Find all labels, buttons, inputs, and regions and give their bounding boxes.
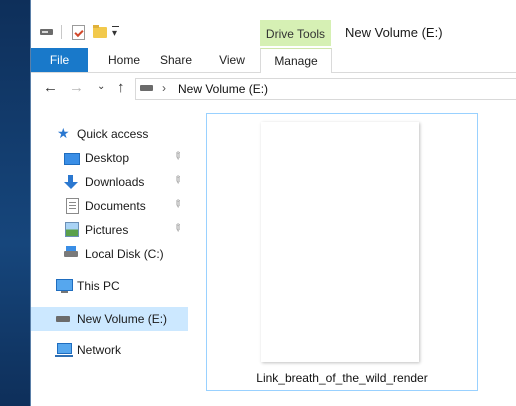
title-bar: ▾ Drive Tools New Volume (E:) xyxy=(31,0,516,48)
file-name[interactable]: Link_breath_of_the_wild_render xyxy=(207,371,477,385)
pin-icon[interactable]: ✎ xyxy=(170,150,184,164)
address-bar[interactable]: › New Volume (E:) xyxy=(135,78,516,100)
nav-label: Quick access xyxy=(77,127,149,141)
nav-label: Local Disk (C:) xyxy=(85,247,164,261)
file-tile[interactable]: Link_breath_of_the_wild_render xyxy=(206,113,478,391)
breadcrumb-separator: › xyxy=(162,81,166,95)
nav-item-this-pc[interactable]: This PC xyxy=(31,275,191,297)
tab-home[interactable]: Home xyxy=(99,48,149,72)
pictures-icon xyxy=(65,222,79,237)
breadcrumb-location[interactable]: New Volume (E:) xyxy=(178,82,268,96)
nav-item-network[interactable]: Network xyxy=(31,339,191,361)
nav-label: Desktop xyxy=(85,151,130,165)
nav-item-desktop[interactable]: Desktop ✎ xyxy=(31,147,191,169)
properties-icon[interactable] xyxy=(70,24,86,40)
desktop-icon xyxy=(64,153,80,165)
nav-label: Pictures xyxy=(85,223,129,237)
file-thumbnail[interactable] xyxy=(261,122,419,362)
nav-item-downloads[interactable]: Downloads ✎ xyxy=(31,171,191,193)
navigation-bar: ← → ⌄ ↑ › New Volume (E:) xyxy=(31,73,516,103)
local-disk-icon xyxy=(64,246,78,257)
new-folder-icon[interactable] xyxy=(92,24,108,40)
tab-share[interactable]: Share xyxy=(153,48,199,72)
nav-item-local-disk[interactable]: Local Disk (C:) xyxy=(31,243,191,265)
nav-label: Downloads xyxy=(85,175,145,189)
nav-label: This PC xyxy=(77,279,120,293)
file-explorer-window: ▾ Drive Tools New Volume (E:) File Home … xyxy=(30,0,516,406)
star-icon: ★ xyxy=(57,125,70,141)
back-arrow-icon[interactable]: ← xyxy=(43,79,58,96)
tab-file[interactable]: File xyxy=(31,48,88,72)
network-icon xyxy=(55,343,73,357)
downloads-icon xyxy=(63,175,79,189)
tab-view[interactable]: View xyxy=(211,48,253,72)
chevron-down-icon[interactable]: ⌄ xyxy=(97,81,105,92)
drive-icon xyxy=(56,316,70,322)
nav-label: Documents xyxy=(85,199,146,213)
drive-icon xyxy=(140,85,153,91)
nav-item-documents[interactable]: Documents ✎ xyxy=(31,195,191,217)
pin-icon[interactable]: ✎ xyxy=(170,222,184,236)
nav-item-quick-access[interactable]: ★ Quick access xyxy=(31,123,191,145)
nav-item-pictures[interactable]: Pictures ✎ xyxy=(31,219,191,241)
computer-icon xyxy=(56,279,73,293)
pin-icon[interactable]: ✎ xyxy=(170,198,184,212)
documents-icon xyxy=(66,198,79,214)
pin-icon[interactable]: ✎ xyxy=(170,174,184,188)
customize-qat-icon[interactable]: ▾ xyxy=(112,25,119,39)
tab-manage[interactable]: Manage xyxy=(260,48,332,74)
qat-separator xyxy=(61,25,62,39)
desktop-background xyxy=(0,0,30,406)
forward-arrow-icon[interactable]: → xyxy=(69,79,84,96)
nav-label: Network xyxy=(77,343,122,357)
nav-item-new-volume[interactable]: New Volume (E:) xyxy=(31,307,188,331)
up-arrow-icon[interactable]: ↑ xyxy=(117,79,125,96)
context-tab-group-label: Drive Tools xyxy=(265,27,326,41)
window-title: New Volume (E:) xyxy=(345,25,443,40)
quick-access-toolbar: ▾ xyxy=(39,22,119,42)
drive-icon[interactable] xyxy=(39,24,55,40)
navigation-pane: ★ Quick access Desktop ✎ Downloads ✎ Doc… xyxy=(31,115,191,406)
nav-label: New Volume (E:) xyxy=(77,312,168,326)
ribbon-tabs: File Home Share View Manage xyxy=(31,48,516,74)
